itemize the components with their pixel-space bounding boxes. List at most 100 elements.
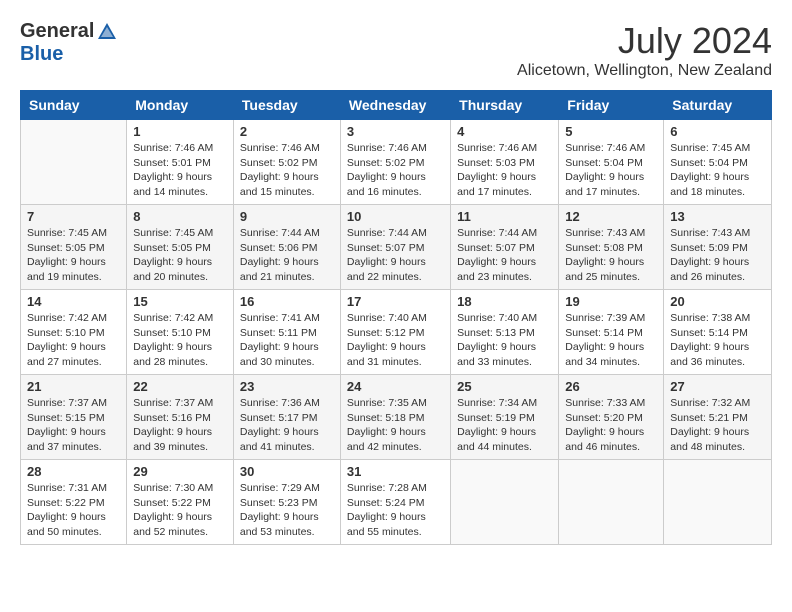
calendar-table: SundayMondayTuesdayWednesdayThursdayFrid… xyxy=(20,90,772,545)
day-number: 15 xyxy=(133,294,227,309)
calendar-cell: 30 Sunrise: 7:29 AMSunset: 5:23 PMDayligh… xyxy=(233,460,340,545)
day-info: Sunrise: 7:43 AMSunset: 5:09 PMDaylight:… xyxy=(670,226,765,285)
day-number: 11 xyxy=(457,209,552,224)
calendar-cell: 19 Sunrise: 7:39 AMSunset: 5:14 PMDayligh… xyxy=(559,290,664,375)
day-info: Sunrise: 7:45 AMSunset: 5:05 PMDaylight:… xyxy=(133,226,227,285)
day-info: Sunrise: 7:34 AMSunset: 5:19 PMDaylight:… xyxy=(457,396,552,455)
calendar-cell: 27 Sunrise: 7:32 AMSunset: 5:21 PMDayligh… xyxy=(664,375,772,460)
calendar-cell: 9Sunrise: 7:44 AMSunset: 5:06 PMDaylight… xyxy=(233,205,340,290)
calendar-cell: 15 Sunrise: 7:42 AMSunset: 5:10 PMDayligh… xyxy=(127,290,234,375)
day-number: 20 xyxy=(670,294,765,309)
day-info: Sunrise: 7:39 AMSunset: 5:14 PMDaylight:… xyxy=(565,311,657,370)
day-number: 26 xyxy=(565,379,657,394)
day-number: 2 xyxy=(240,124,334,139)
calendar-week-row: 21 Sunrise: 7:37 AMSunset: 5:15 PMDayligh… xyxy=(21,375,772,460)
day-number: 27 xyxy=(670,379,765,394)
day-info: Sunrise: 7:32 AMSunset: 5:21 PMDaylight:… xyxy=(670,396,765,455)
day-info: Sunrise: 7:46 AMSunset: 5:04 PMDaylight:… xyxy=(565,141,657,200)
calendar-cell: 23Sunrise: 7:36 AMSunset: 5:17 PMDayligh… xyxy=(233,375,340,460)
day-number: 6 xyxy=(670,124,765,139)
calendar-cell: 2 Sunrise: 7:46 AMSunset: 5:02 PMDaylight… xyxy=(233,120,340,205)
logo-blue: Blue xyxy=(20,43,63,66)
day-info: Sunrise: 7:44 AMSunset: 5:07 PMDaylight:… xyxy=(457,226,552,285)
day-info: Sunrise: 7:42 AMSunset: 5:10 PMDaylight:… xyxy=(133,311,227,370)
day-info: Sunrise: 7:35 AMSunset: 5:18 PMDaylight:… xyxy=(347,396,444,455)
calendar-header-wednesday: Wednesday xyxy=(340,91,450,120)
day-number: 21 xyxy=(27,379,120,394)
day-info: Sunrise: 7:46 AMSunset: 5:02 PMDaylight:… xyxy=(240,141,334,200)
day-info: Sunrise: 7:37 AMSunset: 5:15 PMDaylight:… xyxy=(27,396,120,455)
day-info: Sunrise: 7:45 AMSunset: 5:05 PMDaylight:… xyxy=(27,226,120,285)
calendar-cell: 8Sunrise: 7:45 AMSunset: 5:05 PMDaylight… xyxy=(127,205,234,290)
calendar-week-row: 7 Sunrise: 7:45 AMSunset: 5:05 PMDaylight… xyxy=(21,205,772,290)
calendar-cell: 31Sunrise: 7:28 AMSunset: 5:24 PMDayligh… xyxy=(340,460,450,545)
day-number: 16 xyxy=(240,294,334,309)
day-info: Sunrise: 7:46 AMSunset: 5:01 PMDaylight:… xyxy=(133,141,227,200)
day-info: Sunrise: 7:38 AMSunset: 5:14 PMDaylight:… xyxy=(670,311,765,370)
day-number: 4 xyxy=(457,124,552,139)
day-info: Sunrise: 7:46 AMSunset: 5:03 PMDaylight:… xyxy=(457,141,552,200)
day-number: 5 xyxy=(565,124,657,139)
day-number: 31 xyxy=(347,464,444,479)
day-number: 10 xyxy=(347,209,444,224)
calendar-cell: 26 Sunrise: 7:33 AMSunset: 5:20 PMDayligh… xyxy=(559,375,664,460)
logo-general: General xyxy=(20,20,94,43)
calendar-week-row: 1 Sunrise: 7:46 AMSunset: 5:01 PMDaylight… xyxy=(21,120,772,205)
day-number: 28 xyxy=(27,464,120,479)
day-number: 29 xyxy=(133,464,227,479)
calendar-cell: 7 Sunrise: 7:45 AMSunset: 5:05 PMDaylight… xyxy=(21,205,127,290)
day-info: Sunrise: 7:44 AMSunset: 5:06 PMDaylight:… xyxy=(240,226,334,285)
calendar-week-row: 14 Sunrise: 7:42 AMSunset: 5:10 PMDayligh… xyxy=(21,290,772,375)
day-number: 30 xyxy=(240,464,334,479)
day-info: Sunrise: 7:33 AMSunset: 5:20 PMDaylight:… xyxy=(565,396,657,455)
day-info: Sunrise: 7:42 AMSunset: 5:10 PMDaylight:… xyxy=(27,311,120,370)
day-number: 19 xyxy=(565,294,657,309)
calendar-cell: 10Sunrise: 7:44 AMSunset: 5:07 PMDayligh… xyxy=(340,205,450,290)
day-number: 3 xyxy=(347,124,444,139)
day-info: Sunrise: 7:46 AMSunset: 5:02 PMDaylight:… xyxy=(347,141,444,200)
logo-icon xyxy=(96,21,118,43)
calendar-cell xyxy=(451,460,559,545)
calendar-cell xyxy=(664,460,772,545)
day-info: Sunrise: 7:41 AMSunset: 5:11 PMDaylight:… xyxy=(240,311,334,370)
calendar-header-row: SundayMondayTuesdayWednesdayThursdayFrid… xyxy=(21,91,772,120)
calendar-cell: 1 Sunrise: 7:46 AMSunset: 5:01 PMDaylight… xyxy=(127,120,234,205)
day-info: Sunrise: 7:37 AMSunset: 5:16 PMDaylight:… xyxy=(133,396,227,455)
calendar-cell xyxy=(559,460,664,545)
month-title: July 2024 xyxy=(517,20,772,62)
day-number: 12 xyxy=(565,209,657,224)
day-info: Sunrise: 7:36 AMSunset: 5:17 PMDaylight:… xyxy=(240,396,334,455)
calendar-cell: 11 Sunrise: 7:44 AMSunset: 5:07 PMDayligh… xyxy=(451,205,559,290)
day-number: 1 xyxy=(133,124,227,139)
day-info: Sunrise: 7:29 AMSunset: 5:23 PMDaylight:… xyxy=(240,481,334,540)
calendar-header-sunday: Sunday xyxy=(21,91,127,120)
calendar-header-monday: Monday xyxy=(127,91,234,120)
calendar-cell: 22Sunrise: 7:37 AMSunset: 5:16 PMDayligh… xyxy=(127,375,234,460)
calendar-cell: 25Sunrise: 7:34 AMSunset: 5:19 PMDayligh… xyxy=(451,375,559,460)
calendar-cell: 29Sunrise: 7:30 AMSunset: 5:22 PMDayligh… xyxy=(127,460,234,545)
calendar-header-saturday: Saturday xyxy=(664,91,772,120)
calendar-cell: 13 Sunrise: 7:43 AMSunset: 5:09 PMDayligh… xyxy=(664,205,772,290)
calendar-cell xyxy=(21,120,127,205)
day-info: Sunrise: 7:40 AMSunset: 5:12 PMDaylight:… xyxy=(347,311,444,370)
day-number: 13 xyxy=(670,209,765,224)
calendar-cell: 6 Sunrise: 7:45 AMSunset: 5:04 PMDaylight… xyxy=(664,120,772,205)
calendar-header-friday: Friday xyxy=(559,91,664,120)
logo: General Blue xyxy=(20,20,118,66)
calendar-cell: 21 Sunrise: 7:37 AMSunset: 5:15 PMDayligh… xyxy=(21,375,127,460)
calendar-cell: 4 Sunrise: 7:46 AMSunset: 5:03 PMDaylight… xyxy=(451,120,559,205)
calendar-header-tuesday: Tuesday xyxy=(233,91,340,120)
calendar-cell: 28Sunrise: 7:31 AMSunset: 5:22 PMDayligh… xyxy=(21,460,127,545)
day-number: 14 xyxy=(27,294,120,309)
calendar-week-row: 28Sunrise: 7:31 AMSunset: 5:22 PMDayligh… xyxy=(21,460,772,545)
calendar-header-thursday: Thursday xyxy=(451,91,559,120)
day-info: Sunrise: 7:40 AMSunset: 5:13 PMDaylight:… xyxy=(457,311,552,370)
location-title: Alicetown, Wellington, New Zealand xyxy=(517,62,772,80)
calendar-cell: 20 Sunrise: 7:38 AMSunset: 5:14 PMDayligh… xyxy=(664,290,772,375)
day-number: 7 xyxy=(27,209,120,224)
page-header: General Blue July 2024 Alicetown, Wellin… xyxy=(20,20,772,80)
calendar-cell: 14 Sunrise: 7:42 AMSunset: 5:10 PMDayligh… xyxy=(21,290,127,375)
title-area: July 2024 Alicetown, Wellington, New Zea… xyxy=(517,20,772,80)
day-info: Sunrise: 7:45 AMSunset: 5:04 PMDaylight:… xyxy=(670,141,765,200)
calendar-cell: 17Sunrise: 7:40 AMSunset: 5:12 PMDayligh… xyxy=(340,290,450,375)
